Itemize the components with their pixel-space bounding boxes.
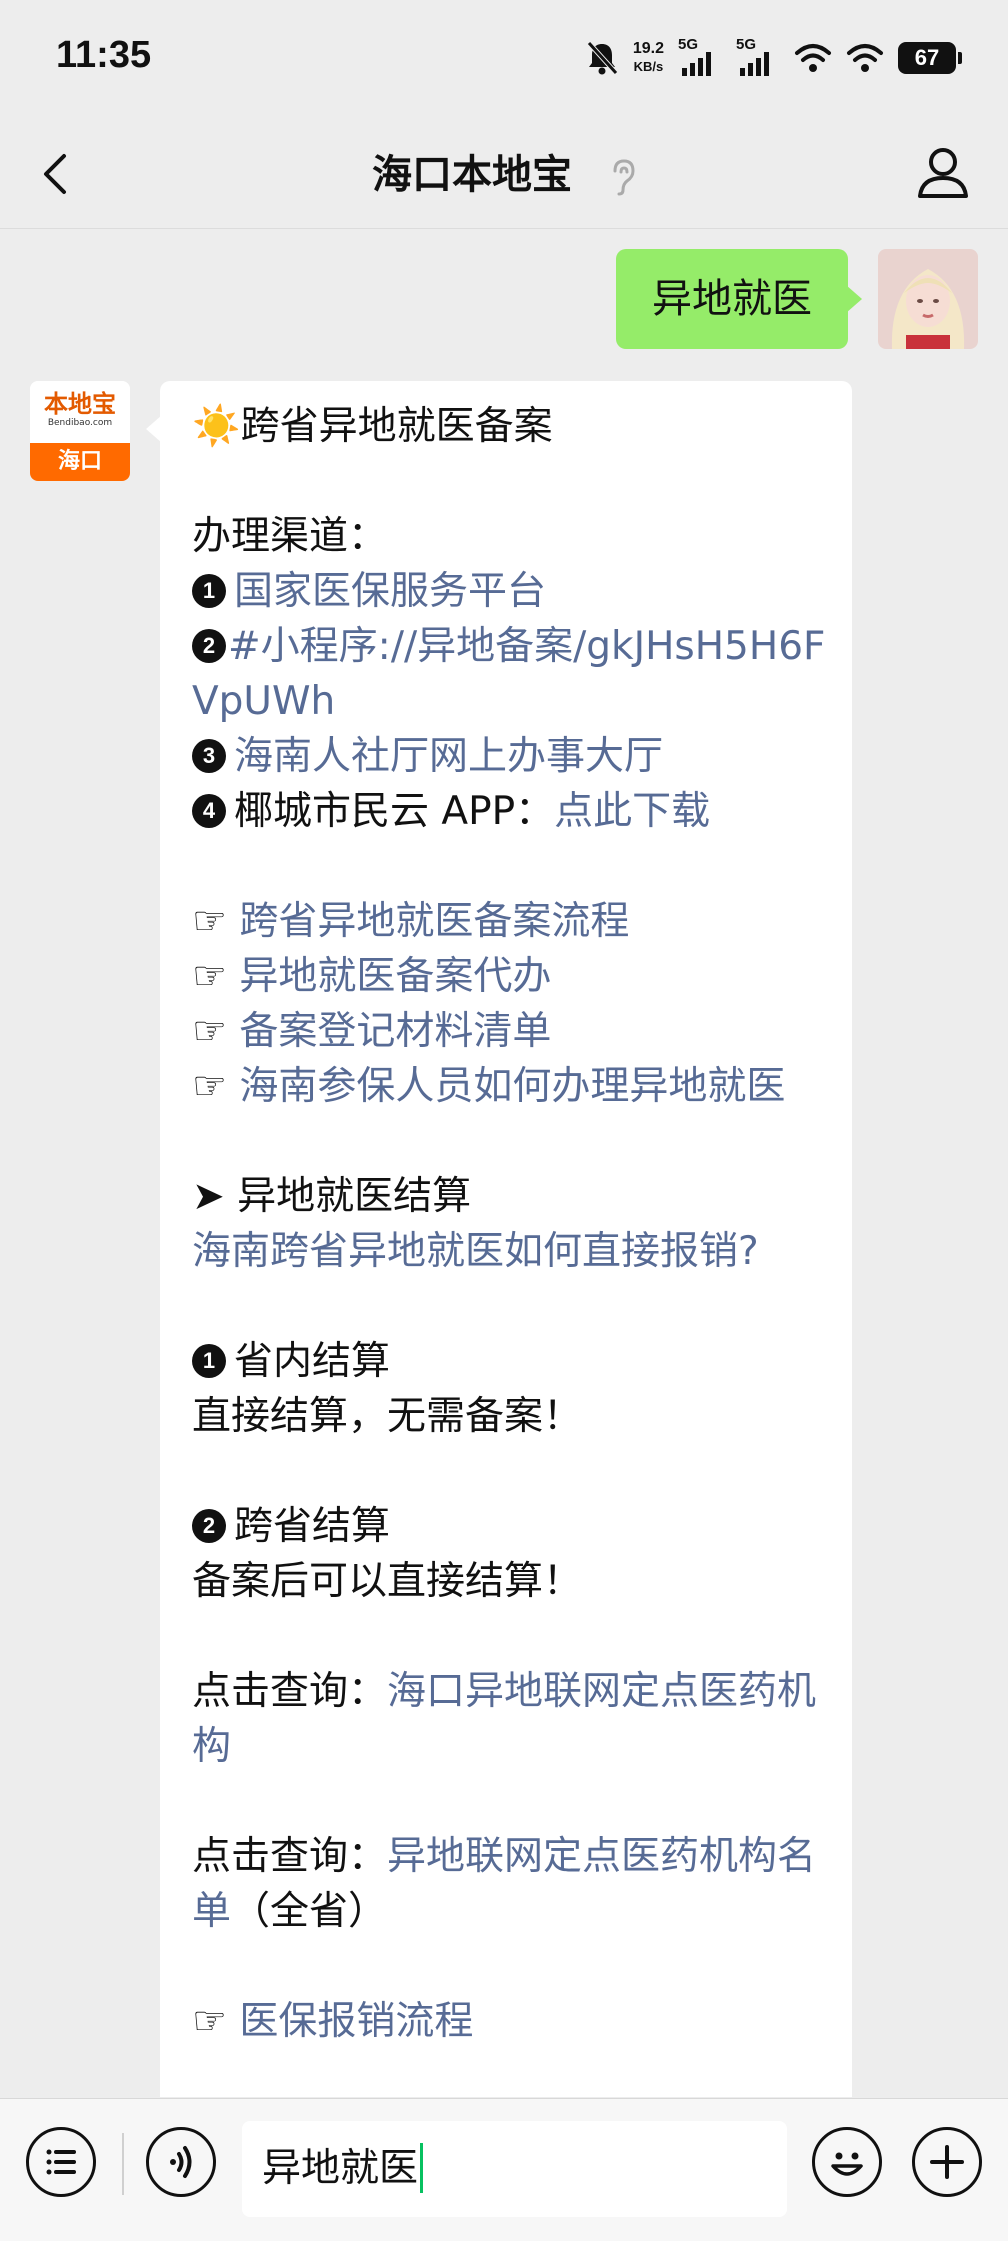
voice-icon xyxy=(170,2146,192,2178)
circled-number-icon: 2 xyxy=(192,628,226,663)
net-speed-unit: KB/s xyxy=(633,59,664,74)
plus-icon xyxy=(930,2145,964,2179)
net-speed: 19.2 KB/s xyxy=(633,40,664,76)
reply-title-line: ☀️跨省异地就医备案 xyxy=(192,399,828,454)
pointer-link-1[interactable]: 跨省异地就医备案流程 xyxy=(239,899,629,944)
user-avatar-image xyxy=(878,249,978,349)
my-avatar[interactable] xyxy=(878,249,978,349)
plus-button[interactable] xyxy=(912,2127,982,2197)
channels-heading: 办理渠道： xyxy=(192,514,388,559)
text-caret xyxy=(420,2142,424,2193)
nav-bar: 海口本地宝 xyxy=(0,120,1008,229)
circled-number-icon: 4 xyxy=(192,793,226,828)
profile-button[interactable] xyxy=(908,138,978,208)
channel-item-4: 4 椰城市民云 APP：点此下载 xyxy=(192,784,828,839)
settle-link[interactable]: 海南跨省异地就医如何直接报销? xyxy=(192,1229,759,1274)
wifi-icon xyxy=(795,44,831,72)
page-title: 海口本地宝 xyxy=(372,152,573,198)
channel-prefix-4: 椰城市民云 APP： xyxy=(234,789,555,834)
nav-title-area: 海口本地宝 xyxy=(0,142,1008,200)
pointer-item-5: ☞ 医保报销流程 xyxy=(192,1994,828,2049)
message-input[interactable]: 异地就医 xyxy=(242,2121,787,2217)
query-line-1: 点击查询：海口异地联网定点医药机构 xyxy=(192,1664,828,1774)
circled-number-icon: 3 xyxy=(192,738,226,773)
channel-link-2[interactable]: #小程序://异地备案/gkJHsH5H6FVpUWh xyxy=(192,624,825,724)
status-icons: 19.2 KB/s 5G 5G 67 xyxy=(585,36,962,80)
pointing-hand-icon: ☞ xyxy=(192,1064,227,1109)
settle-heading: ➤ 异地就医结算 xyxy=(192,1174,472,1219)
pointer-item-4: ☞ 海南参保人员如何办理异地就医 xyxy=(192,1059,828,1114)
status-time: 11:35 xyxy=(56,34,152,76)
pointer-link-4[interactable]: 海南参保人员如何办理异地就医 xyxy=(239,1064,785,1109)
mute-bell-icon xyxy=(587,41,618,75)
emoji-button[interactable] xyxy=(812,2127,882,2197)
chat-area[interactable]: 异地就医 本地宝 Bendibao.com 海口 ☀️跨省异地就医备案 办理渠道… xyxy=(0,229,1008,2097)
in-province-desc: 直接结算，无需备案！ xyxy=(192,1394,583,1439)
pointing-hand-icon: ☞ xyxy=(192,954,227,999)
query-prefix-2: 点击查询： xyxy=(192,1834,388,1879)
query-prefix-1: 点击查询： xyxy=(192,1669,388,1714)
message-input-text: 异地就医 xyxy=(262,2146,419,2191)
sent-message-bubble[interactable]: 异地就医 xyxy=(616,249,862,349)
circled-number-icon: 1 xyxy=(192,573,226,608)
query-suffix-2: （全省） xyxy=(231,1889,388,1934)
reimburse-link[interactable]: 医保报销流程 xyxy=(239,1999,473,2044)
cross-province-heading: 2 跨省结算 xyxy=(192,1499,828,1554)
channel-item-3: 3 海南人社厅网上办事大厅 xyxy=(192,729,828,784)
download-link[interactable]: 点此下载 xyxy=(554,789,710,834)
bendibao-logo: 本地宝 Bendibao.com xyxy=(30,381,130,443)
settle-line: 海南跨省异地就医如何直接报销? xyxy=(192,1224,828,1279)
query-line-2: 点击查询：异地联网定点医药机构名单（全省） xyxy=(192,1829,828,1939)
pointer-item-2: ☞ 异地就医备案代办 xyxy=(192,949,828,1004)
channel-link-1[interactable]: 国家医保服务平台 xyxy=(234,569,546,614)
pointer-item-1: ☞ 跨省异地就医备案流程 xyxy=(192,894,828,949)
avatar-city-label: 海口 xyxy=(30,443,130,481)
official-account-avatar[interactable]: 本地宝 Bendibao.com 海口 xyxy=(30,381,130,481)
in-province-title: 省内结算 xyxy=(234,1339,391,1384)
cross-province-desc: 备案后可以直接结算！ xyxy=(192,1559,583,1604)
net-speed-value: 19.2 xyxy=(632,40,664,57)
emoji-icon xyxy=(831,2152,863,2176)
pointing-hand-icon: ☞ xyxy=(192,899,227,944)
battery-icon: 67 xyxy=(898,42,962,74)
menu-button[interactable] xyxy=(26,2127,96,2197)
circled-number-icon: 2 xyxy=(192,1508,226,1543)
voice-button[interactable] xyxy=(146,2127,216,2197)
ear-icon xyxy=(613,159,635,196)
status-bar: 11:35 19.2 KB/s 5G 5G 67 xyxy=(0,0,1008,120)
pointing-hand-icon: ☞ xyxy=(192,1009,227,1054)
input-bar: 异地就医 xyxy=(0,2098,1008,2241)
channel-item-2: 2 #小程序://异地备案/gkJHsH5H6FVpUWh xyxy=(192,619,828,729)
channel-link-3[interactable]: 海南人社厅网上办事大厅 xyxy=(234,734,663,779)
cross-province-title: 跨省结算 xyxy=(234,1504,391,1549)
reply-message-bubble: ☀️跨省异地就医备案 办理渠道： 1 国家医保服务平台 2 #小程序://异地备案/… xyxy=(146,381,852,2097)
pointing-hand-icon: ☞ xyxy=(192,1999,227,2044)
pointer-item-3: ☞ 备案登记材料清单 xyxy=(192,1004,828,1059)
in-province-heading: 1 省内结算 xyxy=(192,1334,828,1389)
input-divider xyxy=(122,2133,124,2195)
signal-5g-2-icon: 5G xyxy=(736,36,780,76)
reply-title: 跨省异地就医备案 xyxy=(240,404,553,449)
sun-emoji-icon: ☀️ xyxy=(192,404,241,449)
person-icon xyxy=(918,148,968,198)
pointer-link-2[interactable]: 异地就医备案代办 xyxy=(239,954,551,999)
channel-item-1: 1 国家医保服务平台 xyxy=(192,564,828,619)
list-menu-icon xyxy=(46,2149,76,2175)
pointer-link-3[interactable]: 备案登记材料清单 xyxy=(239,1009,551,1054)
circled-number-icon: 1 xyxy=(192,1343,226,1378)
signal-5g-1-icon: 5G xyxy=(678,36,722,76)
wifi-icon-2 xyxy=(847,44,883,72)
